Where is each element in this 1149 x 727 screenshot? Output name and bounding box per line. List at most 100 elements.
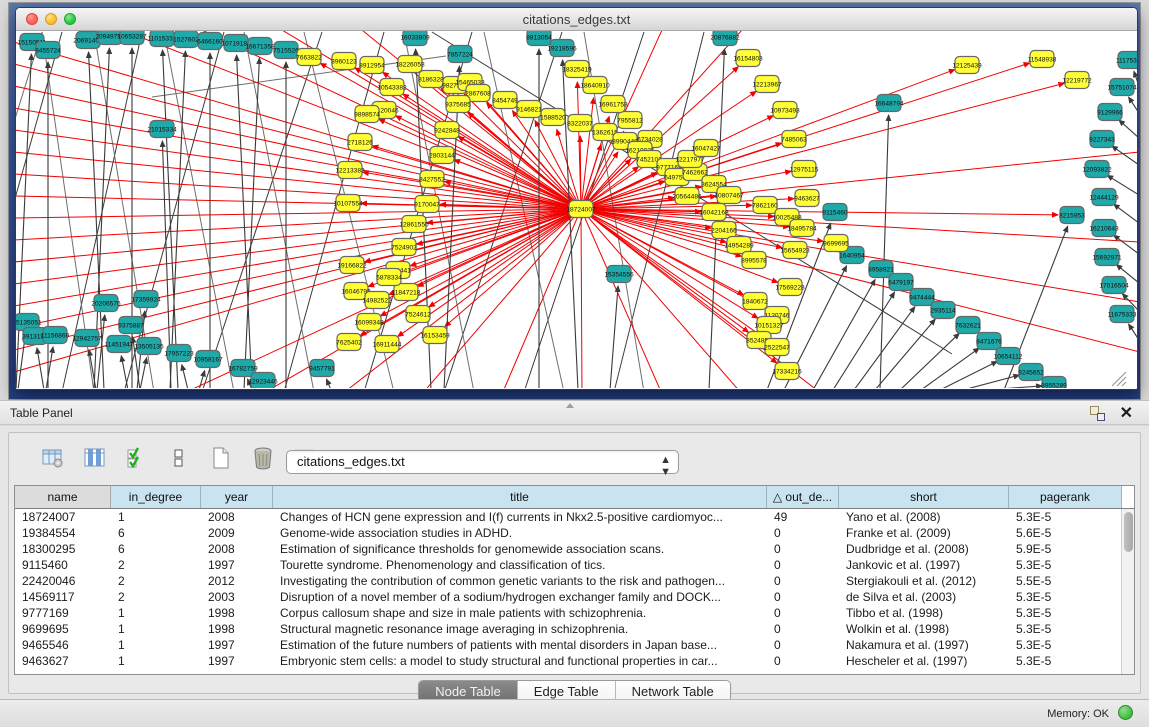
graph-node[interactable]: 14982522: [362, 292, 392, 309]
graph-node[interactable]: 19166822: [337, 257, 367, 274]
graph-node[interactable]: 9699695: [823, 235, 849, 252]
graph-node[interactable]: 8995578: [741, 252, 767, 269]
graph-node[interactable]: 9146821: [516, 101, 542, 118]
network-canvas[interactable]: 1515051194557242069140620949791106532871…: [16, 31, 1137, 388]
graph-node[interactable]: 1840672: [742, 293, 768, 310]
table-row[interactable]: 1830029562008Estimation of significance …: [15, 541, 1134, 557]
graph-node[interactable]: 9898574: [354, 106, 380, 123]
graph-node[interactable]: 7625402: [336, 334, 362, 351]
graph-node[interactable]: 1588520: [540, 109, 566, 126]
graph-node[interactable]: 9375685: [445, 96, 471, 113]
graph-node[interactable]: 12213383: [335, 162, 365, 179]
graph-node[interactable]: 10958167: [193, 351, 223, 368]
graph-node[interactable]: 16961758: [598, 96, 628, 113]
graph-node[interactable]: 9375887: [118, 317, 144, 334]
graph-node[interactable]: 2522547: [764, 339, 790, 356]
graph-node[interactable]: 7524612: [405, 306, 431, 323]
graph-node[interactable]: 17016504: [1099, 277, 1129, 294]
graph-node[interactable]: 17359924: [131, 291, 161, 308]
column-header-title[interactable]: title: [273, 486, 767, 508]
graph-node[interactable]: 9474444: [909, 289, 935, 306]
graph-node[interactable]: 16210643: [1089, 220, 1119, 237]
vertical-scrollbar[interactable]: [1121, 509, 1134, 674]
graph-node[interactable]: 2803144: [429, 147, 455, 164]
column-header-short[interactable]: short: [839, 486, 1009, 508]
graph-node[interactable]: 10973493: [770, 102, 800, 119]
row-height-button[interactable]: [165, 444, 193, 472]
graph-node[interactable]: 7632621: [955, 317, 981, 334]
graph-node[interactable]: 12975115: [790, 161, 819, 178]
graph-node[interactable]: 10654112: [994, 348, 1023, 365]
network-graph[interactable]: 1515051194557242069140620949791106532871…: [16, 31, 1137, 388]
graph-node[interactable]: 16648794: [874, 95, 904, 112]
graph-node[interactable]: 9170047: [414, 196, 440, 213]
graph-node[interactable]: 11675333: [1108, 306, 1137, 323]
graph-node[interactable]: 20564486: [672, 188, 702, 205]
graph-node[interactable]: 17957223: [164, 345, 194, 362]
graph-node[interactable]: 16047427: [691, 140, 721, 157]
new-table-button[interactable]: [207, 444, 235, 472]
graph-node[interactable]: 20876882: [710, 31, 740, 46]
memory-status-indicator[interactable]: [1118, 705, 1133, 720]
graph-node[interactable]: 2935114: [930, 302, 956, 319]
graph-node[interactable]: 8955289: [1041, 377, 1067, 389]
graph-node[interactable]: 9455724: [35, 42, 61, 59]
graph-node[interactable]: 7857224: [447, 46, 473, 63]
graph-node[interactable]: 12444129: [1089, 189, 1119, 206]
table-row[interactable]: 1456911722003Disruption of a novel membe…: [15, 589, 1134, 605]
graph-node[interactable]: 10653287: [117, 31, 147, 45]
graph-node[interactable]: 9227343: [1089, 131, 1115, 148]
graph-node[interactable]: 12125439: [952, 57, 982, 74]
table-row[interactable]: 1872400712008Changes of HCN gene express…: [15, 509, 1134, 525]
graph-node[interactable]: 11175372: [1116, 52, 1137, 69]
splitter-handle[interactable]: [566, 403, 574, 408]
graph-node[interactable]: 15354556: [604, 266, 634, 283]
graph-node[interactable]: 19218596: [547, 40, 577, 57]
graph-node[interactable]: 6479197: [888, 274, 914, 291]
graph-node[interactable]: 9129966: [1097, 104, 1123, 121]
graph-node[interactable]: 12219772: [1062, 72, 1092, 89]
column-header-name[interactable]: name: [15, 486, 111, 508]
graph-node[interactable]: 8813054: [526, 31, 552, 46]
graph-node[interactable]: 11156869: [41, 327, 70, 344]
graph-node[interactable]: 7524902: [391, 239, 417, 256]
graph-node[interactable]: 18226058: [395, 56, 425, 73]
select-rows-button[interactable]: [123, 444, 151, 472]
graph-node[interactable]: 12861550: [399, 216, 429, 233]
network-window[interactable]: citations_edges.txt 15150511945572420691…: [15, 7, 1138, 390]
graph-node[interactable]: 16042168: [699, 204, 729, 221]
graph-node[interactable]: 7955812: [617, 112, 643, 129]
float-panel-icon[interactable]: [1090, 406, 1105, 421]
graph-node[interactable]: 1527602: [173, 31, 199, 48]
graph-node[interactable]: 12923446: [248, 373, 278, 389]
column-header-in_degree[interactable]: in_degree: [111, 486, 201, 508]
graph-node[interactable]: 15692971: [1092, 249, 1122, 266]
graph-node[interactable]: 7663822: [296, 49, 322, 66]
graph-node[interactable]: 11451947: [105, 336, 134, 353]
graph-node[interactable]: 8912954: [359, 57, 385, 74]
graph-node[interactable]: 16154803: [733, 50, 763, 67]
graph-node[interactable]: 10107554: [333, 195, 363, 212]
graph-node[interactable]: 9245652: [1018, 364, 1044, 381]
table-row[interactable]: 2242004622012Investigating the contribut…: [15, 573, 1134, 589]
graph-node[interactable]: 18640910: [580, 77, 610, 94]
table-row[interactable]: 946554611997Estimation of the future num…: [15, 637, 1134, 653]
graph-node[interactable]: 9242848: [434, 122, 460, 139]
graph-node[interactable]: 8322037: [567, 115, 593, 132]
graph-node[interactable]: 16033809: [400, 31, 430, 46]
table-row[interactable]: 1938455462009Genome-wide association stu…: [15, 525, 1134, 541]
table-row[interactable]: 946362711997Embryonic stem cells: a mode…: [15, 653, 1134, 669]
graph-node[interactable]: 16153459: [420, 327, 450, 344]
graph-node[interactable]: 15751074: [1107, 79, 1137, 96]
graph-node[interactable]: 12942757: [72, 330, 102, 347]
column-header-year[interactable]: year: [201, 486, 273, 508]
graph-node[interactable]: 17569228: [775, 279, 805, 296]
graph-node[interactable]: 20206576: [91, 295, 121, 312]
graph-node[interactable]: 10543382: [377, 79, 407, 96]
graph-node[interactable]: 7485063: [781, 131, 807, 148]
graph-node[interactable]: 21015334: [147, 121, 177, 138]
graph-node[interactable]: 17334216: [772, 363, 802, 380]
table-row[interactable]: 969969511998Structural magnetic resonanc…: [15, 621, 1134, 637]
graph-node[interactable]: 8186328: [418, 71, 444, 88]
delete-rows-trash-button[interactable]: [249, 444, 277, 472]
